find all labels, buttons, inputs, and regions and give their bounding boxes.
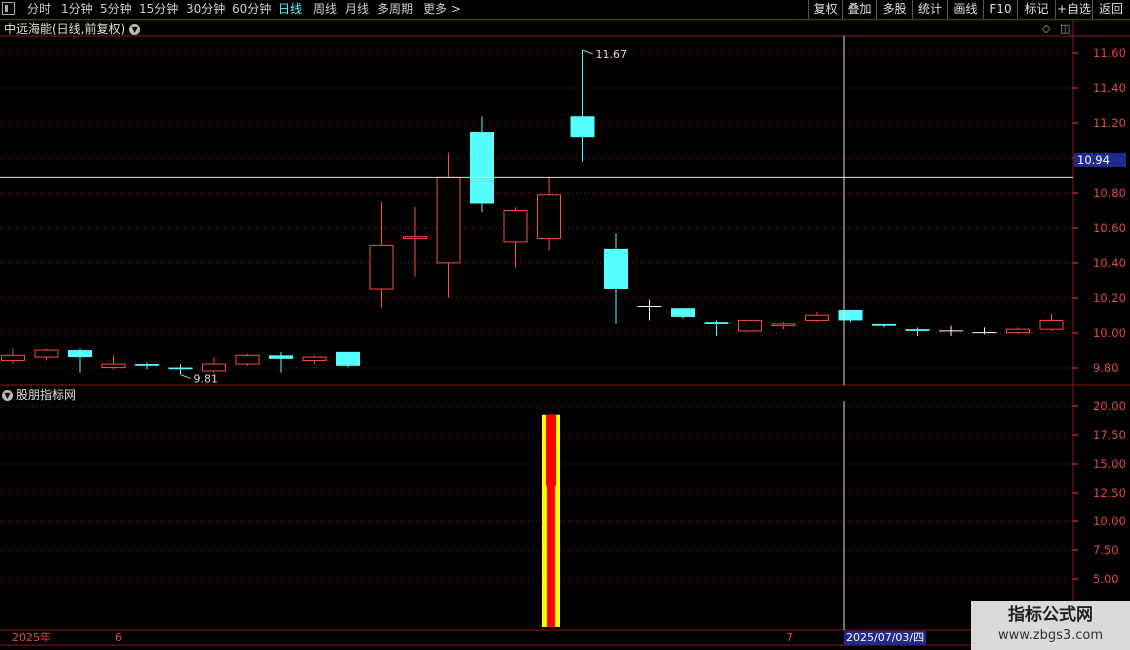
candle-body (872, 323, 896, 326)
candle-body (403, 236, 427, 239)
candle-body (704, 322, 729, 324)
candle-body (436, 176, 461, 264)
candle-body (336, 351, 360, 366)
candle-body (503, 210, 528, 243)
price-tick-label: 11.20 (1093, 116, 1126, 130)
candle-body (34, 349, 59, 358)
candle-body (771, 323, 796, 327)
price-tick-label: 10.60 (1093, 221, 1126, 235)
candle-body (235, 354, 260, 365)
price-tick-label: 10.00 (1093, 326, 1126, 340)
price-tick-label: 9.80 (1093, 361, 1119, 375)
date-tick-label: 2025年 (12, 631, 51, 644)
watermark-title: 指标公式网 (1008, 605, 1093, 625)
crosshair-date-tag: 2025/07/03/四 (844, 631, 927, 645)
crosshair-price-tag: 10.94 (1074, 153, 1126, 167)
low-label: 9.81 (194, 373, 219, 386)
candle-body (805, 314, 829, 321)
candle-body (537, 194, 561, 239)
candle-body (202, 363, 226, 372)
indicator-tick-label: 20.00 (1093, 399, 1126, 413)
candle-body (470, 131, 494, 204)
candle-body (269, 355, 293, 359)
date-tick-label: 6 (115, 631, 122, 644)
indicator-tick-label: 15.00 (1093, 457, 1126, 471)
low-marker (180, 374, 191, 379)
candle-body (671, 308, 695, 317)
watermark: 指标公式网 www.zbgs3.com (971, 601, 1130, 650)
candle-body (369, 244, 394, 290)
candle-body (1, 354, 25, 362)
candle-body (905, 329, 930, 331)
indicator-tick-label: 17.50 (1093, 428, 1126, 442)
price-tick-label: 10.20 (1093, 291, 1126, 305)
candle-body (302, 356, 327, 362)
indicator-bar-inner-top (546, 414, 556, 486)
candle-body (838, 309, 863, 321)
candle-body (135, 364, 159, 366)
indicator-tick-label: 7.50 (1093, 543, 1119, 557)
kline-chart[interactable]: 11.67 9.81 (0, 0, 1130, 650)
candle-body (570, 116, 595, 138)
price-tick-label: 10.40 (1093, 256, 1126, 270)
indicator-tick-label: 10.00 (1093, 514, 1126, 528)
indicator-tick-label: 12.50 (1093, 486, 1126, 500)
candle-body (1039, 319, 1064, 330)
candle-body (68, 350, 92, 358)
indicator-tick-label: 5.00 (1093, 572, 1119, 586)
candle-body (604, 248, 628, 290)
watermark-url: www.zbgs3.com (997, 628, 1104, 643)
high-label: 11.67 (596, 48, 628, 61)
candle-body (101, 363, 126, 369)
candle-body (168, 367, 193, 370)
price-tick-label: 11.60 (1093, 46, 1126, 60)
price-tick-label: 10.80 (1093, 186, 1126, 200)
price-tick-label: 11.40 (1093, 81, 1126, 95)
candle-body (1006, 328, 1030, 334)
date-tick-label: 7 (786, 631, 793, 644)
candle-body (738, 319, 762, 332)
